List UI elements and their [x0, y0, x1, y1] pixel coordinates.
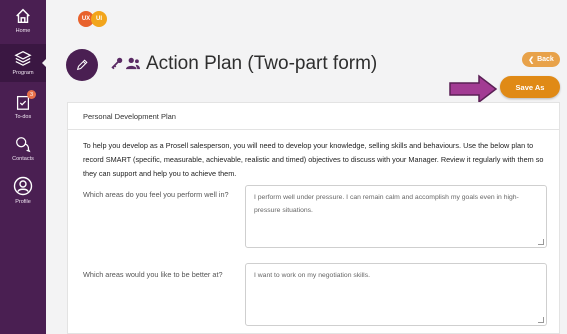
section-title: Personal Development Plan [68, 103, 559, 130]
form-card: Personal Development Plan To help you de… [67, 102, 560, 334]
sidebar-item-label: Program [12, 70, 34, 76]
answer-textarea[interactable]: I want to work on my negotiation skills. [245, 263, 547, 326]
question-label: Which areas do you feel you perform well… [83, 190, 229, 199]
chat-icon [16, 137, 31, 153]
pencil-icon [66, 49, 98, 81]
user-icon [13, 176, 33, 196]
sidebar-item-label: To-dos [14, 114, 32, 120]
sidebar-item-program[interactable]: Program [0, 44, 46, 82]
sidebar-item-label: Contacts [12, 156, 34, 162]
page-title: Action Plan (Two-part form) [146, 53, 378, 74]
home-icon [16, 8, 30, 24]
title-icons [110, 56, 141, 70]
arrow-annotation-icon [449, 74, 498, 104]
app-logo: UX UI [78, 11, 107, 27]
back-button[interactable]: ❮ Back [522, 52, 560, 67]
layers-icon [14, 50, 32, 66]
question-label: Which areas would you like to be better … [83, 270, 223, 279]
save-as-button[interactable]: Save As [500, 76, 560, 98]
sidebar-item-profile[interactable]: Profile [0, 176, 46, 205]
sidebar-item-contacts[interactable]: Contacts [0, 135, 46, 162]
sidebar: Home Program 3 To-dos Contacts Profile [0, 0, 47, 334]
answer-textarea[interactable]: I perform well under pressure. I can rem… [245, 185, 547, 248]
sidebar-item-todos[interactable]: 3 To-dos [0, 90, 46, 120]
back-label: Back [537, 56, 554, 63]
logo-ui: UI [91, 11, 107, 27]
sidebar-item-home[interactable]: Home [0, 7, 46, 34]
sidebar-item-label: Profile [15, 199, 31, 205]
users-icon [126, 57, 140, 70]
chevron-left-icon: ❮ [528, 56, 535, 64]
intro-text: To help you develop as a Prosell salespe… [83, 141, 544, 178]
sidebar-item-label: Home [15, 28, 31, 34]
key-icon [111, 57, 123, 70]
todo-count-badge: 3 [27, 90, 36, 99]
active-indicator [42, 58, 47, 68]
